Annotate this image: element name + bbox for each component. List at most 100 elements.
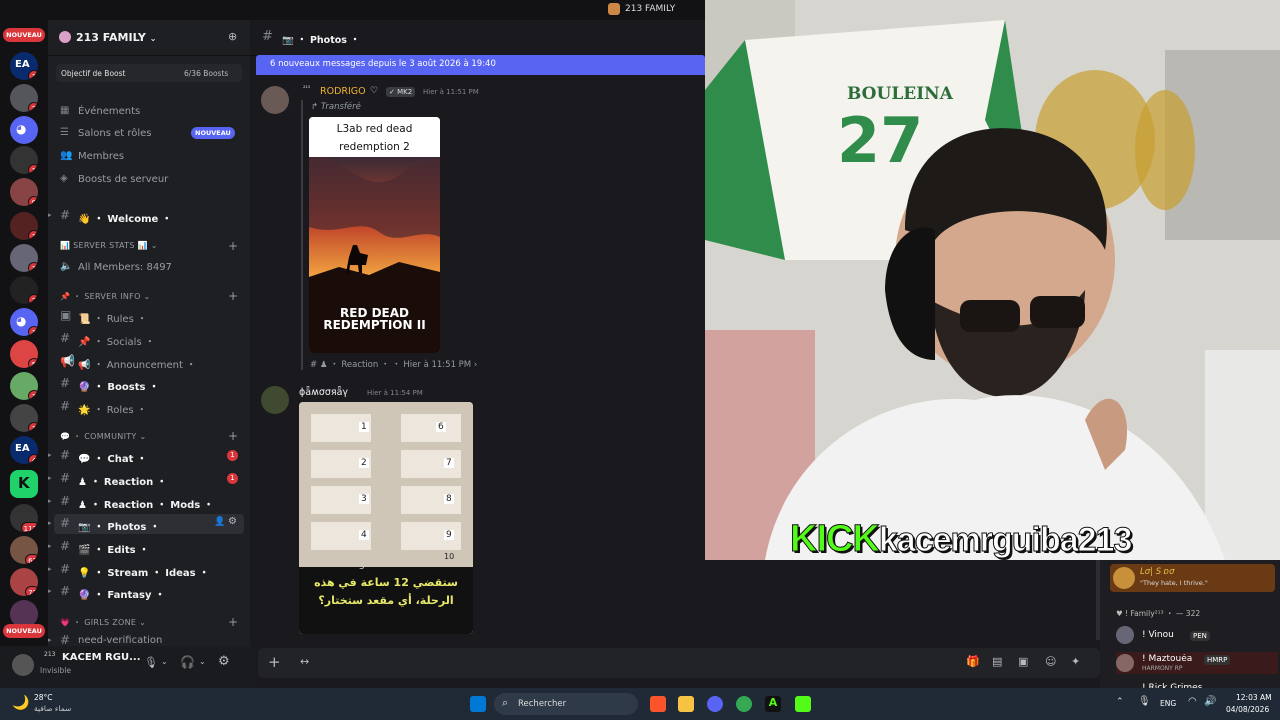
hash-icon: # — [262, 29, 273, 44]
channel-socials[interactable]: # 📌 ・ Socials ・ — [48, 329, 250, 349]
channel-label: 🎬 ・ Edits ・ — [78, 545, 150, 556]
message-author[interactable]: RODRIGO — [320, 86, 366, 97]
server-icon[interactable]: 2 — [10, 276, 38, 304]
app-icon[interactable]: A — [765, 696, 781, 712]
menu-events[interactable]: ▦ Événements — [48, 102, 250, 122]
menu-label: Événements — [78, 106, 141, 117]
channel-reaction-mods[interactable]: ▸ # ♟ ・ Reaction ・ Mods ・ — [48, 492, 250, 512]
chevron-up-icon[interactable]: ⌃ — [1116, 697, 1124, 707]
kick-icon[interactable] — [795, 696, 811, 712]
guild-icon-small — [608, 3, 620, 15]
server-icon[interactable]: 61 — [10, 536, 38, 564]
weather-icon[interactable]: 🌙 — [12, 695, 29, 711]
category-girls-zone[interactable]: 💗 ・ GIRLS ZONE ⌄ + — [60, 615, 238, 629]
kick-server-icon[interactable]: K — [10, 470, 38, 498]
folder-icon[interactable] — [678, 696, 694, 712]
chevron-down-icon[interactable]: ⌄ — [199, 657, 206, 666]
chrome-icon[interactable] — [736, 696, 752, 712]
server-icon[interactable]: 1 — [10, 146, 38, 174]
new-messages-bar[interactable]: 6 nouveaux messages depuis le 3 août 202… — [256, 55, 705, 75]
channel-label: need-verification — [78, 635, 163, 646]
menu-members[interactable]: 👥 Membres — [48, 147, 250, 167]
game-logo: RED DEAD REDEMPTION II — [323, 306, 426, 332]
title-bar: ← → 213 FAMILY — [0, 0, 705, 20]
channel-boosts[interactable]: # 🔮 ・ Boosts ・ — [48, 374, 250, 394]
chevron-down-icon[interactable]: ⌄ — [161, 657, 168, 666]
avatar[interactable] — [12, 654, 34, 676]
message-image[interactable]: 1 2 3 4 5 6 7 8 9 10 ستقضي 12 ساعة في هذ… — [299, 402, 473, 634]
server-icon[interactable]: 73 — [10, 568, 38, 596]
category-server-info[interactable]: 📌 ・ SERVER INFO ⌄ + — [60, 289, 238, 303]
add-channel-icon[interactable]: + — [228, 289, 238, 303]
apps-icon[interactable]: ↔ — [300, 655, 309, 668]
sticker-icon[interactable]: ▣ — [1018, 655, 1028, 668]
channel-photos-selected[interactable]: ▸ # 📷 ・ Photos ・ 👤 ⚙ — [48, 514, 244, 534]
server-icon[interactable]: 1 — [10, 244, 38, 272]
channel-roles[interactable]: # 🌟 ・ Roles ・ — [48, 397, 250, 417]
channel-stream-ideas[interactable]: ▸ # 💡 ・ Stream ・ Ideas ・ — [48, 560, 250, 580]
forwarded-image[interactable]: L3ab red dead redemption 2 RED DEAD REDE… — [309, 117, 440, 353]
server-icon[interactable]: 1 — [10, 404, 38, 432]
avatar[interactable] — [261, 86, 289, 114]
channel-reaction[interactable]: ▸ # ♟ ・ Reaction ・ 1 — [48, 469, 250, 489]
channel-rules[interactable]: ▣ 📜 ・ Rules ・ — [48, 306, 250, 326]
message-author[interactable]: ϕǟʍσσяǟγ — [299, 387, 348, 398]
gear-icon[interactable]: ⚙ — [228, 516, 237, 527]
server-ea[interactable]: EA 4 — [10, 436, 38, 464]
chat-user: ! Maztouėa — [1142, 654, 1193, 664]
server-icon[interactable]: 113 — [10, 504, 38, 532]
weather-desc: سماء صافية — [34, 704, 72, 713]
server-icon[interactable]: 5 — [10, 340, 38, 368]
invite-icon[interactable]: 👤 — [214, 517, 225, 527]
server-icon[interactable]: 9 — [10, 178, 38, 206]
search-box[interactable]: ⌕ Rechercher — [494, 693, 638, 715]
server-icon[interactable]: 1 — [10, 212, 38, 240]
webcam-overlay: BOULEINA 27 KICKkacemrguiba213 — [705, 0, 1280, 560]
headphones-icon[interactable]: 🎧 — [180, 655, 195, 669]
boost-goal[interactable]: Objectif de Boost 6/36 Boosts — [56, 64, 242, 82]
microphone-icon[interactable]: 🎙 — [144, 656, 158, 669]
microphone-icon[interactable]: 🎙 — [1138, 696, 1151, 707]
add-member-icon[interactable]: ⊕ — [228, 30, 237, 43]
clock-time[interactable]: 12:03 AM — [1236, 693, 1272, 702]
wifi-icon[interactable]: ◠ — [1188, 696, 1197, 707]
channel-welcome[interactable]: ▸ # 👋 ・ Welcome ・ — [48, 206, 250, 226]
channel-edits[interactable]: ▸ # 🎬 ・ Edits ・ — [48, 537, 250, 557]
server-icon[interactable]: 1 — [10, 372, 38, 400]
avatar[interactable] — [261, 386, 289, 414]
add-channel-icon[interactable]: + — [228, 429, 238, 443]
add-attachment-icon[interactable]: + — [268, 653, 281, 671]
discord-icon[interactable]: ◕ — [10, 116, 38, 144]
message-composer[interactable]: + ↔ 🎁 ▤ ▣ ☺ ✦ — [258, 648, 1100, 678]
menu-server-boosts[interactable]: ◈ Boosts de serveur — [48, 170, 250, 190]
volume-icon[interactable]: 🔊 — [1204, 696, 1216, 707]
guild-header[interactable]: 213 FAMILY ⌄ ⊕ — [48, 20, 250, 56]
discord-icon[interactable]: ◕ 1 — [10, 308, 38, 336]
add-channel-icon[interactable]: + — [228, 615, 238, 629]
role-tag: ✓ MK2 — [386, 87, 416, 97]
gif-icon[interactable]: ▤ — [992, 655, 1002, 668]
discord-icon[interactable] — [707, 696, 723, 712]
seat-number: 8 — [444, 494, 454, 504]
window-title: 213 FAMILY — [625, 4, 676, 14]
server-icon[interactable]: 2 — [10, 84, 38, 112]
category-community[interactable]: 💬 ・ COMMUNITY ⌄ + — [60, 429, 238, 443]
add-channel-icon[interactable]: + — [228, 239, 238, 253]
channel-fantasy[interactable]: ▸ # 🔮 ・ Fantasy ・ — [48, 582, 250, 602]
forward-footer[interactable]: # ♟ ・ Reaction ・ ・ Hier à 11:51 PM › — [310, 358, 477, 370]
activities-icon[interactable]: ✦ — [1071, 655, 1080, 668]
channel-chat[interactable]: ▸ # 💬 ・ Chat ・ 1 — [48, 446, 250, 466]
brave-icon[interactable] — [650, 696, 666, 712]
clock-date[interactable]: 04/08/2026 — [1226, 705, 1269, 714]
channel-all-members[interactable]: 🔈 All Members: 8497 — [48, 258, 250, 278]
language-indicator[interactable]: ENG — [1160, 699, 1176, 708]
menu-channels-roles[interactable]: ☰ Salons et rôles NOUVEAU — [48, 124, 250, 144]
channel-announcement[interactable]: 📢 📢 ・ Announcement ・ — [48, 352, 250, 372]
emoji-icon[interactable]: ☺ — [1045, 655, 1056, 668]
windows-start-icon[interactable] — [470, 696, 486, 712]
gift-icon[interactable]: 🎁 — [966, 655, 980, 668]
server-ea[interactable]: EA 1 — [10, 52, 38, 80]
category-server-stats[interactable]: 📊 SERVER STATS 📊 ⌄ + — [60, 239, 238, 253]
gear-icon[interactable]: ⚙ — [218, 654, 230, 669]
channel-label: 💬 ・ Chat ・ — [78, 454, 147, 465]
